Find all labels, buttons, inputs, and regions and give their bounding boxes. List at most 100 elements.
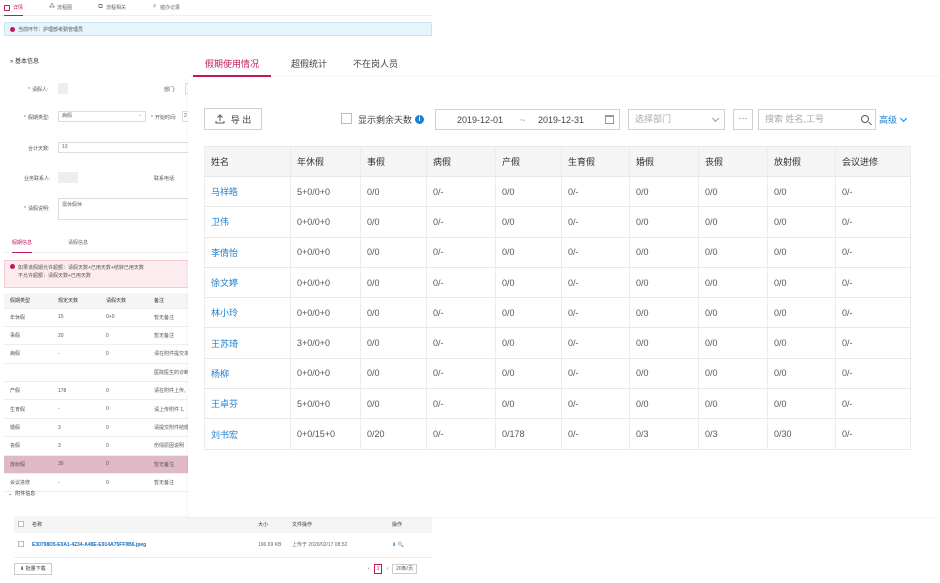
show-remaining-label: 显示剩余天数 i <box>358 113 425 126</box>
leave-usage-cell: 0/0 <box>767 297 836 329</box>
next-page-button[interactable]: › <box>386 566 388 572</box>
attachment-size: 196.69 KB <box>254 533 288 558</box>
attachment-link[interactable]: E30798D5-E0A1-4234-A48E-E914A75FF9B6.jpe… <box>32 542 146 548</box>
more-options-button[interactable]: ··· <box>733 109 753 130</box>
employee-name-link[interactable]: 王卓芬 <box>204 388 291 420</box>
date-end[interactable]: 2019-12-31 <box>538 115 584 125</box>
tab-detail[interactable]: 详情 <box>4 0 24 16</box>
leave-quota-cell <box>4 363 52 383</box>
total-days-field[interactable]: 13 <box>58 142 190 153</box>
tab-related[interactable]: ⧉ 流程相关 <box>98 0 126 16</box>
employee-name-link[interactable]: 刘书宏 <box>204 418 291 450</box>
col-leave-type: 假期类型 <box>4 293 52 309</box>
leave-usage-cell: 0/178 <box>495 418 562 450</box>
leave-usage-cell: 0/0 <box>629 327 699 359</box>
bulk-download-button[interactable]: ⬇ 批量下载 <box>14 563 52 575</box>
stats-col-header[interactable]: 事假 <box>360 146 427 177</box>
stats-col-header[interactable]: 生育假 <box>561 146 630 177</box>
leave-usage-cell: 0/- <box>426 267 496 299</box>
leave-usage-cell: 0/- <box>835 237 911 268</box>
select-all-checkbox[interactable] <box>18 520 24 527</box>
leave-usage-cell: 0/- <box>835 358 911 390</box>
leave-usage-cell: 0+0/15+0 <box>290 418 361 450</box>
leave-usage-cell: 0/0 <box>767 327 836 359</box>
employee-name-link[interactable]: 杨柳 <box>204 358 291 390</box>
leave-usage-cell: 0/0 <box>360 176 427 208</box>
download-icon[interactable]: ⬇ <box>392 542 396 548</box>
col-name: 名称 <box>28 516 254 533</box>
employee-name-link[interactable]: 李倩怡 <box>204 237 291 268</box>
col-size: 大小 <box>254 516 288 533</box>
page-current[interactable]: 1 <box>373 564 383 574</box>
leave-quota-cell: - <box>52 344 100 364</box>
stats-col-header[interactable]: 姓名 <box>204 146 291 177</box>
tab-request-info[interactable]: 请假信息 <box>68 233 88 253</box>
info-icon[interactable]: i <box>415 115 425 124</box>
stats-col-header[interactable]: 病假 <box>426 146 496 177</box>
leave-usage-cell: 0/0 <box>767 388 836 420</box>
leave-type-label: * 假期类型: <box>24 115 50 121</box>
stats-col-header[interactable]: 会议进修 <box>835 146 911 177</box>
leave-usage-cell: 0/30 <box>767 418 836 450</box>
employee-name-link[interactable]: 马祥皓 <box>204 176 291 208</box>
tab-leave-info[interactable]: 假期信息 <box>12 233 33 253</box>
alert-icon <box>10 26 15 32</box>
leave-usage-cell: 0/0 <box>698 358 768 390</box>
leave-usage-cell: 0/0 <box>629 267 699 299</box>
leave-usage-cell: 0+0/0+0 <box>290 206 361 238</box>
leave-quota-cell <box>52 363 100 383</box>
applicant-field[interactable] <box>58 83 68 94</box>
leave-usage-cell: 0/0 <box>629 206 699 238</box>
reason-textarea[interactable]: 需休假休 <box>58 198 190 220</box>
search-icon[interactable] <box>861 115 869 123</box>
tab-flowchart[interactable]: ⁂ 流程图 <box>49 0 72 16</box>
contact-field[interactable] <box>58 172 78 183</box>
stats-col-header[interactable]: 婚假 <box>629 146 699 177</box>
table-row: 王卓芬 5+0/0+0 0/0 0/- 0/0 0/- 0/0 0/0 0/0 0/- <box>204 388 911 420</box>
date-start[interactable]: 2019-12-01 <box>457 115 503 125</box>
prev-page-button[interactable]: ‹ <box>368 566 370 572</box>
employee-name-link[interactable]: 徐文婷 <box>204 267 291 299</box>
employee-name-link[interactable]: 王苏琦 <box>204 327 291 359</box>
leave-quota-cell: 30 <box>52 455 100 475</box>
urge-icon: ⚡ <box>152 4 157 10</box>
stats-col-header[interactable]: 产假 <box>495 146 562 177</box>
table-row: 李倩怡 0+0/0+0 0/0 0/- 0/0 0/- 0/0 0/0 0/0 0/- <box>204 237 911 268</box>
page-size-select[interactable]: 20条/页 <box>392 564 418 574</box>
leave-usage-cell: 0/- <box>835 388 911 420</box>
leave-usage-cell: 0/0 <box>495 297 562 329</box>
employee-name-link[interactable]: 卫伟 <box>204 206 291 238</box>
tab-urge[interactable]: ⚡ 催办记录 <box>152 0 180 16</box>
start-time-label: * 开始时间: <box>151 115 177 121</box>
leave-usage-cell: 0/0 <box>629 388 699 420</box>
leave-usage-cell: 0/3 <box>629 418 699 450</box>
stats-col-header[interactable]: 放射假 <box>767 146 836 177</box>
employee-name-link[interactable]: 林小玲 <box>204 297 291 329</box>
date-range-picker[interactable]: 2019-12-01 ~ 2019-12-31 <box>435 109 620 130</box>
leave-usage-cell: 0/0 <box>698 327 768 359</box>
phone-label: 联系电话: <box>154 176 176 182</box>
leave-type-select[interactable]: 病假 <box>58 111 146 122</box>
tab-absent-staff[interactable]: 不在岗人员 <box>341 55 410 77</box>
leave-quota-cell: 20 <box>52 326 100 346</box>
department-select[interactable]: 选择部门 <box>628 109 725 130</box>
tab-leave-usage[interactable]: 假期使用情况 <box>193 55 272 77</box>
col-file-op: 文件操作 <box>288 516 388 533</box>
leave-usage-cell: 0/0 <box>767 267 836 299</box>
stats-col-header[interactable]: 丧假 <box>698 146 768 177</box>
row-checkbox[interactable] <box>18 540 24 547</box>
tab-overuse-stats[interactable]: 超假统计 <box>279 55 339 77</box>
leave-usage-cell: 0/20 <box>360 418 427 450</box>
search-input[interactable]: 搜索 姓名,工号 <box>758 109 876 130</box>
leave-usage-cell: 0/0 <box>360 206 427 238</box>
leave-usage-cell: 0/- <box>561 176 630 208</box>
leave-usage-cell: 0/- <box>561 388 630 420</box>
attachment-title: ⌄ 附件信息 <box>8 491 36 497</box>
preview-icon[interactable]: 🔍 <box>398 542 404 548</box>
show-remaining-checkbox[interactable] <box>341 113 352 124</box>
stats-col-header[interactable]: 年休假 <box>290 146 361 177</box>
table-row: 杨柳 0+0/0+0 0/0 0/- 0/0 0/- 0/0 0/0 0/0 0/- <box>204 358 911 390</box>
leave-usage-cell: 0/- <box>835 267 911 299</box>
export-button[interactable]: 导 出 <box>204 108 262 130</box>
advanced-filter-toggle[interactable]: 高级 <box>879 113 908 126</box>
